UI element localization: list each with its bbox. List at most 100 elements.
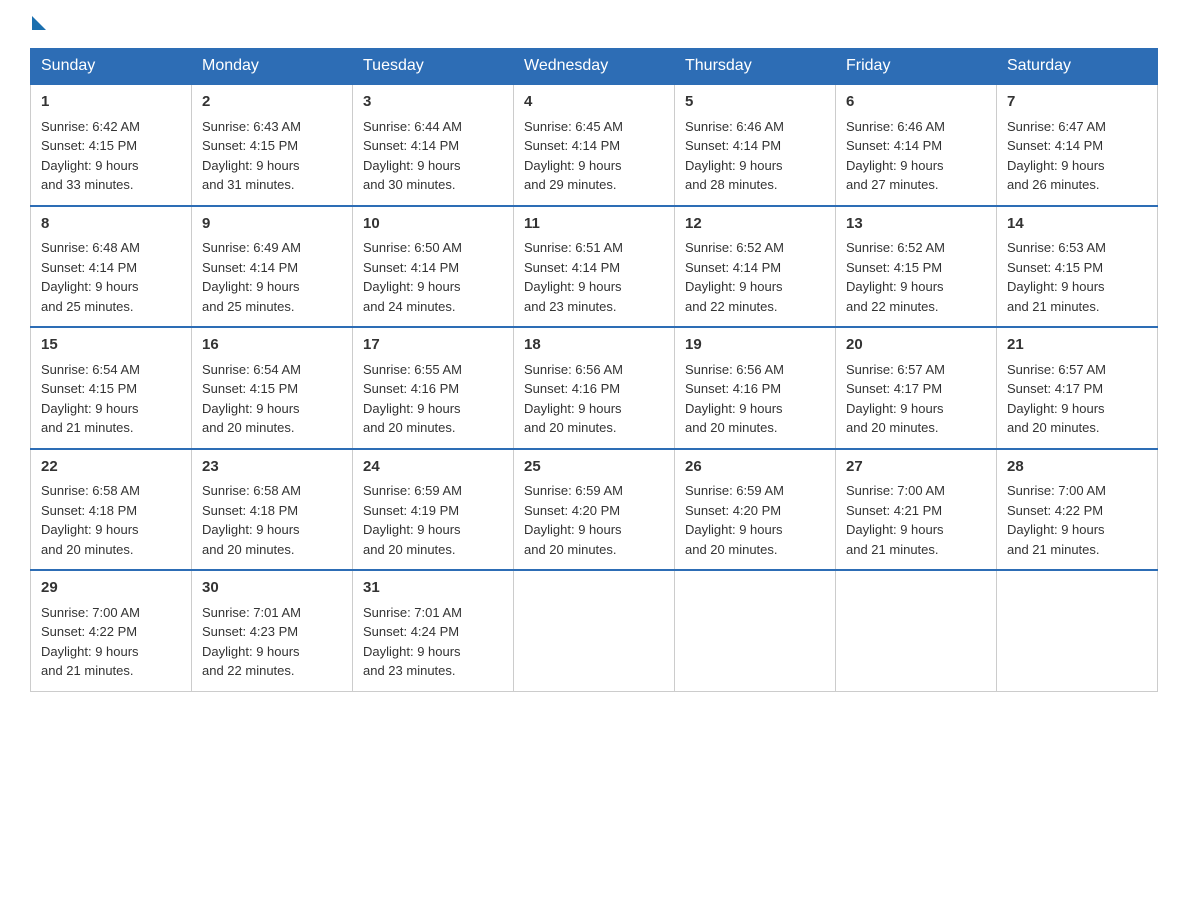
day-info: Sunrise: 6:52 AMSunset: 4:14 PMDaylight:… xyxy=(685,240,784,314)
calendar-header-row: SundayMondayTuesdayWednesdayThursdayFrid… xyxy=(31,49,1158,85)
calendar-week-row: 29 Sunrise: 7:00 AMSunset: 4:22 PMDaylig… xyxy=(31,570,1158,691)
day-number: 31 xyxy=(363,577,503,600)
calendar-cell: 15 Sunrise: 6:54 AMSunset: 4:15 PMDaylig… xyxy=(31,327,192,449)
day-number: 24 xyxy=(363,456,503,479)
day-info: Sunrise: 6:44 AMSunset: 4:14 PMDaylight:… xyxy=(363,119,462,193)
day-info: Sunrise: 6:50 AMSunset: 4:14 PMDaylight:… xyxy=(363,240,462,314)
day-info: Sunrise: 6:57 AMSunset: 4:17 PMDaylight:… xyxy=(846,362,945,436)
header-monday: Monday xyxy=(192,49,353,85)
day-info: Sunrise: 6:45 AMSunset: 4:14 PMDaylight:… xyxy=(524,119,623,193)
day-info: Sunrise: 6:55 AMSunset: 4:16 PMDaylight:… xyxy=(363,362,462,436)
calendar-cell: 30 Sunrise: 7:01 AMSunset: 4:23 PMDaylig… xyxy=(192,570,353,691)
calendar-cell: 18 Sunrise: 6:56 AMSunset: 4:16 PMDaylig… xyxy=(514,327,675,449)
day-number: 25 xyxy=(524,456,664,479)
day-info: Sunrise: 6:49 AMSunset: 4:14 PMDaylight:… xyxy=(202,240,301,314)
calendar-cell: 20 Sunrise: 6:57 AMSunset: 4:17 PMDaylig… xyxy=(836,327,997,449)
day-info: Sunrise: 7:00 AMSunset: 4:21 PMDaylight:… xyxy=(846,483,945,557)
header-sunday: Sunday xyxy=(31,49,192,85)
day-info: Sunrise: 6:51 AMSunset: 4:14 PMDaylight:… xyxy=(524,240,623,314)
day-number: 27 xyxy=(846,456,986,479)
day-info: Sunrise: 6:47 AMSunset: 4:14 PMDaylight:… xyxy=(1007,119,1106,193)
day-info: Sunrise: 6:56 AMSunset: 4:16 PMDaylight:… xyxy=(524,362,623,436)
day-number: 19 xyxy=(685,334,825,357)
calendar-cell: 10 Sunrise: 6:50 AMSunset: 4:14 PMDaylig… xyxy=(353,206,514,328)
calendar-cell: 3 Sunrise: 6:44 AMSunset: 4:14 PMDayligh… xyxy=(353,84,514,206)
logo xyxy=(30,20,46,28)
day-number: 16 xyxy=(202,334,342,357)
day-info: Sunrise: 7:01 AMSunset: 4:23 PMDaylight:… xyxy=(202,605,301,679)
calendar-cell: 11 Sunrise: 6:51 AMSunset: 4:14 PMDaylig… xyxy=(514,206,675,328)
day-info: Sunrise: 6:43 AMSunset: 4:15 PMDaylight:… xyxy=(202,119,301,193)
day-number: 2 xyxy=(202,91,342,114)
calendar-cell xyxy=(675,570,836,691)
day-number: 13 xyxy=(846,213,986,236)
day-info: Sunrise: 6:54 AMSunset: 4:15 PMDaylight:… xyxy=(202,362,301,436)
calendar-cell xyxy=(997,570,1158,691)
day-info: Sunrise: 6:59 AMSunset: 4:20 PMDaylight:… xyxy=(685,483,784,557)
day-info: Sunrise: 7:01 AMSunset: 4:24 PMDaylight:… xyxy=(363,605,462,679)
calendar-cell xyxy=(836,570,997,691)
calendar-cell: 4 Sunrise: 6:45 AMSunset: 4:14 PMDayligh… xyxy=(514,84,675,206)
calendar-cell: 29 Sunrise: 7:00 AMSunset: 4:22 PMDaylig… xyxy=(31,570,192,691)
day-info: Sunrise: 6:57 AMSunset: 4:17 PMDaylight:… xyxy=(1007,362,1106,436)
calendar-cell: 24 Sunrise: 6:59 AMSunset: 4:19 PMDaylig… xyxy=(353,449,514,571)
calendar-week-row: 15 Sunrise: 6:54 AMSunset: 4:15 PMDaylig… xyxy=(31,327,1158,449)
calendar-cell: 26 Sunrise: 6:59 AMSunset: 4:20 PMDaylig… xyxy=(675,449,836,571)
day-number: 20 xyxy=(846,334,986,357)
calendar-cell: 5 Sunrise: 6:46 AMSunset: 4:14 PMDayligh… xyxy=(675,84,836,206)
calendar-cell: 12 Sunrise: 6:52 AMSunset: 4:14 PMDaylig… xyxy=(675,206,836,328)
calendar-cell: 31 Sunrise: 7:01 AMSunset: 4:24 PMDaylig… xyxy=(353,570,514,691)
day-info: Sunrise: 6:48 AMSunset: 4:14 PMDaylight:… xyxy=(41,240,140,314)
calendar-cell: 28 Sunrise: 7:00 AMSunset: 4:22 PMDaylig… xyxy=(997,449,1158,571)
day-number: 28 xyxy=(1007,456,1147,479)
day-info: Sunrise: 7:00 AMSunset: 4:22 PMDaylight:… xyxy=(1007,483,1106,557)
day-number: 5 xyxy=(685,91,825,114)
day-number: 30 xyxy=(202,577,342,600)
calendar-cell: 25 Sunrise: 6:59 AMSunset: 4:20 PMDaylig… xyxy=(514,449,675,571)
day-number: 8 xyxy=(41,213,181,236)
day-number: 22 xyxy=(41,456,181,479)
day-info: Sunrise: 6:46 AMSunset: 4:14 PMDaylight:… xyxy=(685,119,784,193)
header-tuesday: Tuesday xyxy=(353,49,514,85)
calendar-week-row: 8 Sunrise: 6:48 AMSunset: 4:14 PMDayligh… xyxy=(31,206,1158,328)
calendar-cell xyxy=(514,570,675,691)
calendar-cell: 23 Sunrise: 6:58 AMSunset: 4:18 PMDaylig… xyxy=(192,449,353,571)
day-number: 3 xyxy=(363,91,503,114)
calendar-cell: 16 Sunrise: 6:54 AMSunset: 4:15 PMDaylig… xyxy=(192,327,353,449)
header-thursday: Thursday xyxy=(675,49,836,85)
day-number: 4 xyxy=(524,91,664,114)
day-number: 14 xyxy=(1007,213,1147,236)
calendar-cell: 1 Sunrise: 6:42 AMSunset: 4:15 PMDayligh… xyxy=(31,84,192,206)
logo-triangle-icon xyxy=(32,16,46,30)
calendar-cell: 27 Sunrise: 7:00 AMSunset: 4:21 PMDaylig… xyxy=(836,449,997,571)
calendar-week-row: 1 Sunrise: 6:42 AMSunset: 4:15 PMDayligh… xyxy=(31,84,1158,206)
day-info: Sunrise: 6:59 AMSunset: 4:19 PMDaylight:… xyxy=(363,483,462,557)
day-info: Sunrise: 6:59 AMSunset: 4:20 PMDaylight:… xyxy=(524,483,623,557)
calendar-cell: 7 Sunrise: 6:47 AMSunset: 4:14 PMDayligh… xyxy=(997,84,1158,206)
header-friday: Friday xyxy=(836,49,997,85)
calendar-cell: 13 Sunrise: 6:52 AMSunset: 4:15 PMDaylig… xyxy=(836,206,997,328)
calendar-cell: 21 Sunrise: 6:57 AMSunset: 4:17 PMDaylig… xyxy=(997,327,1158,449)
calendar-table: SundayMondayTuesdayWednesdayThursdayFrid… xyxy=(30,48,1158,692)
day-info: Sunrise: 6:56 AMSunset: 4:16 PMDaylight:… xyxy=(685,362,784,436)
day-number: 29 xyxy=(41,577,181,600)
day-number: 10 xyxy=(363,213,503,236)
day-number: 15 xyxy=(41,334,181,357)
header-saturday: Saturday xyxy=(997,49,1158,85)
day-info: Sunrise: 6:52 AMSunset: 4:15 PMDaylight:… xyxy=(846,240,945,314)
page-header xyxy=(30,20,1158,28)
day-number: 7 xyxy=(1007,91,1147,114)
day-number: 26 xyxy=(685,456,825,479)
day-number: 23 xyxy=(202,456,342,479)
day-number: 12 xyxy=(685,213,825,236)
day-info: Sunrise: 6:54 AMSunset: 4:15 PMDaylight:… xyxy=(41,362,140,436)
day-number: 1 xyxy=(41,91,181,114)
day-info: Sunrise: 6:58 AMSunset: 4:18 PMDaylight:… xyxy=(202,483,301,557)
calendar-cell: 17 Sunrise: 6:55 AMSunset: 4:16 PMDaylig… xyxy=(353,327,514,449)
calendar-cell: 8 Sunrise: 6:48 AMSunset: 4:14 PMDayligh… xyxy=(31,206,192,328)
day-number: 18 xyxy=(524,334,664,357)
day-info: Sunrise: 6:58 AMSunset: 4:18 PMDaylight:… xyxy=(41,483,140,557)
day-number: 11 xyxy=(524,213,664,236)
day-info: Sunrise: 6:46 AMSunset: 4:14 PMDaylight:… xyxy=(846,119,945,193)
calendar-cell: 22 Sunrise: 6:58 AMSunset: 4:18 PMDaylig… xyxy=(31,449,192,571)
